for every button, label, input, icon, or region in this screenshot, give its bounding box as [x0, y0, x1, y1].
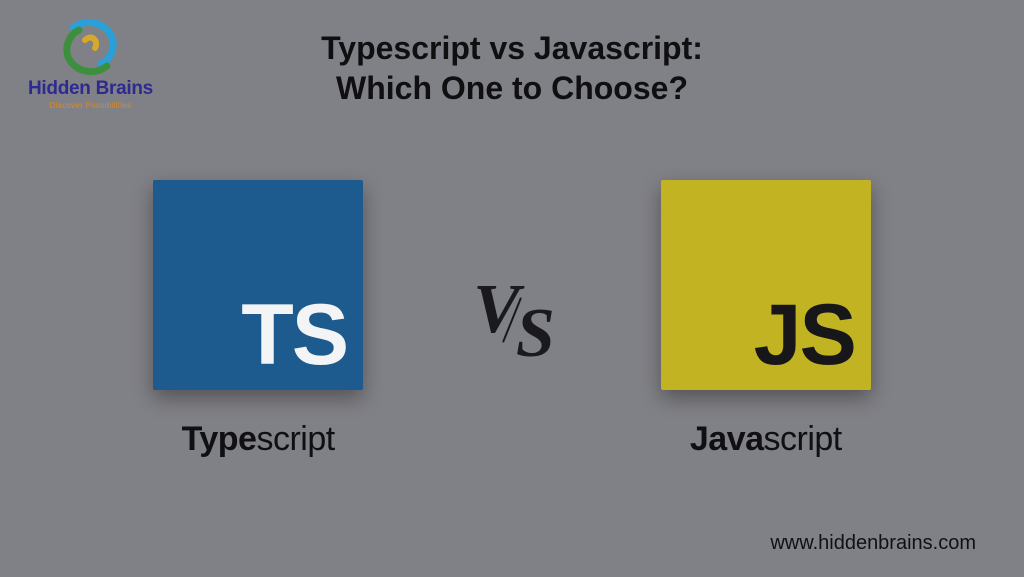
javascript-label-bold: Java: [690, 420, 764, 458]
title-line-2: Which One to Choose?: [0, 68, 1024, 108]
typescript-column: TS Typescript: [153, 180, 363, 459]
page-title: Typescript vs Javascript: Which One to C…: [0, 28, 1024, 108]
comparison-row: TS Typescript VS JS Javascript: [0, 180, 1024, 459]
vs-separator: VS: [473, 280, 551, 360]
typescript-tile: TS: [153, 180, 363, 390]
footer-url: www.hiddenbrains.com: [770, 532, 976, 555]
javascript-tile: JS: [661, 180, 871, 390]
title-line-1: Typescript vs Javascript:: [0, 28, 1024, 68]
typescript-label-bold: Type: [182, 420, 257, 458]
vs-letter-v: V: [473, 270, 516, 350]
javascript-column: JS Javascript: [661, 180, 871, 459]
javascript-label-light: script: [764, 420, 842, 458]
vs-letter-s: S: [516, 294, 551, 374]
javascript-tile-text: JS: [754, 292, 855, 378]
typescript-label: Typescript: [182, 420, 335, 459]
typescript-label-light: script: [256, 420, 334, 458]
javascript-label: Javascript: [690, 420, 842, 459]
typescript-tile-text: TS: [241, 292, 347, 378]
